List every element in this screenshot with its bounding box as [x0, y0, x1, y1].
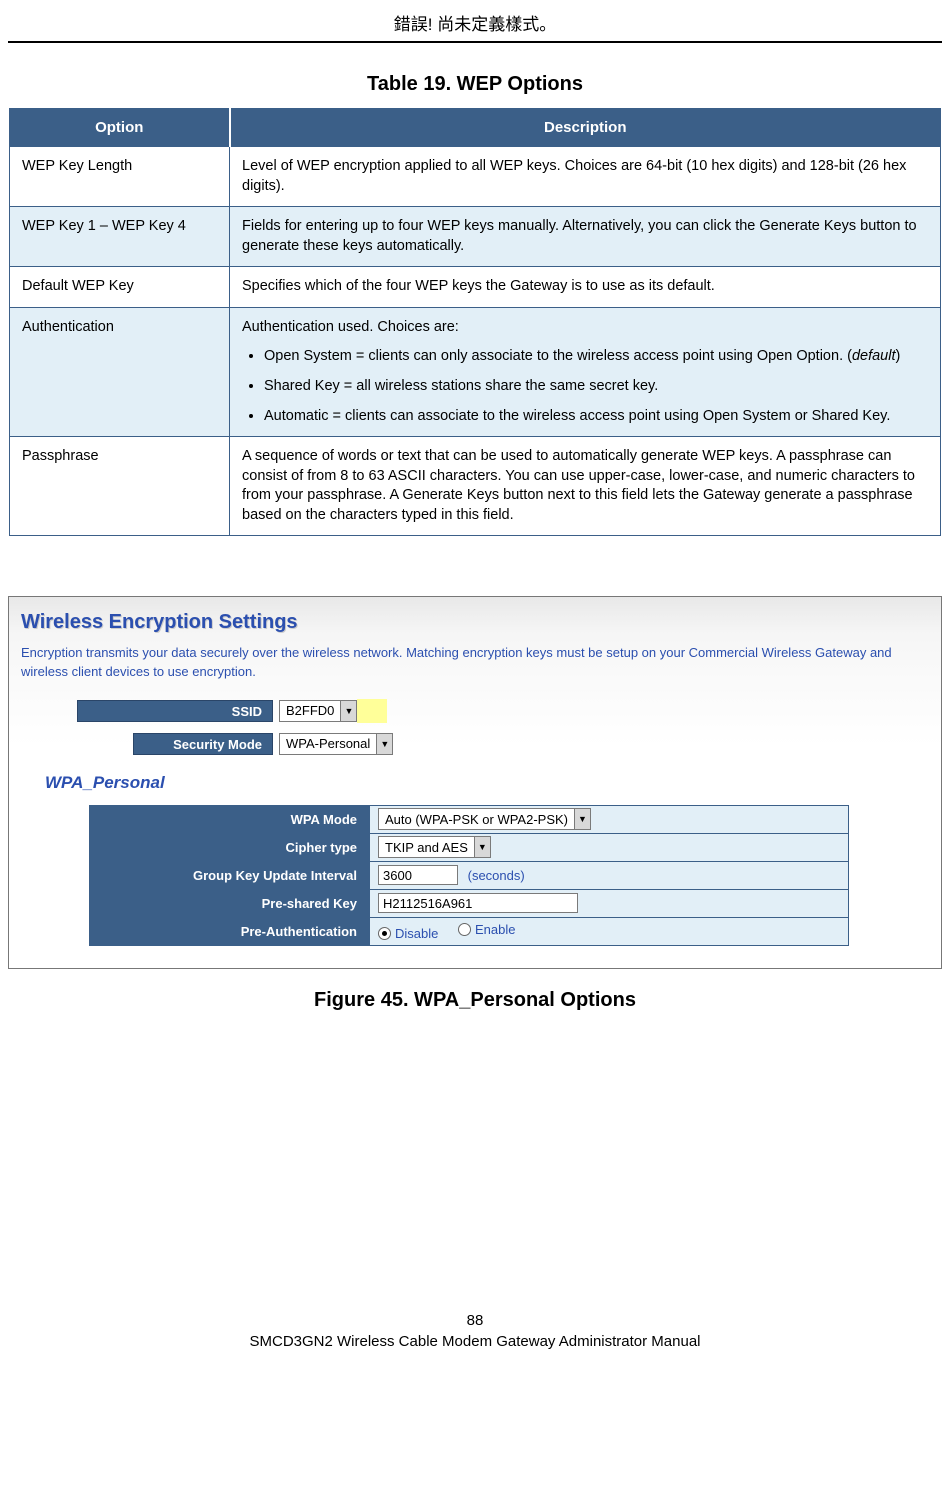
panel-description: Encryption transmits your data securely …: [21, 644, 929, 680]
table-row: WEP Key Length Level of WEP encryption a…: [10, 147, 941, 207]
wpa-mode-label: WPA Mode: [90, 805, 370, 833]
list-item: Open System = clients can only associate…: [264, 347, 928, 367]
list-item: Shared Key = all wireless stations share…: [264, 377, 928, 397]
wpa-row: WPA Mode Auto (WPA-PSK or WPA2-PSK) ▼: [90, 805, 849, 833]
pre-auth-label: Pre-Authentication: [90, 917, 370, 945]
table-row: Authentication Authentication used. Choi…: [10, 307, 941, 436]
wpa-row: Pre-Authentication Disable Enable: [90, 917, 849, 945]
pre-shared-key-input[interactable]: [378, 893, 578, 913]
table-row: WEP Key 1 – WEP Key 4 Fields for enterin…: [10, 207, 941, 267]
wpa-mode-select[interactable]: Auto (WPA-PSK or WPA2-PSK) ▼: [378, 808, 591, 830]
ssid-row: SSID B2FFD0 ▼: [21, 699, 929, 723]
page-number: 88: [0, 1312, 950, 1329]
chevron-down-icon[interactable]: ▼: [376, 734, 392, 754]
col-description: Description: [230, 109, 941, 147]
cell-desc: Fields for entering up to four WEP keys …: [230, 207, 941, 267]
security-mode-value: WPA-Personal: [280, 736, 376, 751]
wep-options-table: Option Description WEP Key Length Level …: [9, 108, 941, 536]
radio-label: Enable: [475, 922, 515, 937]
group-key-interval-input[interactable]: [378, 865, 458, 885]
auth-bullet-list: Open System = clients can only associate…: [242, 347, 928, 426]
figure-caption: Figure 45. WPA_Personal Options: [0, 989, 950, 1012]
list-item: Automatic = clients can associate to the…: [264, 407, 928, 427]
auth-intro: Authentication used. Choices are:: [242, 319, 459, 335]
chevron-down-icon[interactable]: ▼: [474, 837, 490, 857]
header-error-text: 錯誤! 尚未定義樣式。: [0, 0, 950, 41]
manual-title: SMCD3GN2 Wireless Cable Modem Gateway Ad…: [0, 1333, 950, 1350]
cipher-type-select[interactable]: TKIP and AES ▼: [378, 836, 491, 858]
radio-icon: [378, 927, 391, 940]
cell-option: Default WEP Key: [10, 267, 230, 308]
cell-option: WEP Key 1 – WEP Key 4: [10, 207, 230, 267]
cell-option: Authentication: [10, 307, 230, 436]
wpa-row: Pre-shared Key: [90, 889, 849, 917]
wpa-mode-value: Auto (WPA-PSK or WPA2-PSK): [379, 812, 574, 827]
security-mode-label: Security Mode: [133, 733, 273, 755]
security-mode-row: Security Mode WPA-Personal ▼: [21, 733, 929, 755]
pre-shared-key-label: Pre-shared Key: [90, 889, 370, 917]
chevron-down-icon[interactable]: ▼: [574, 809, 590, 829]
ssid-select[interactable]: B2FFD0 ▼: [279, 700, 357, 722]
radio-icon: [458, 923, 471, 936]
radio-label: Disable: [395, 926, 438, 941]
cell-desc: Level of WEP encryption applied to all W…: [230, 147, 941, 207]
ssid-value: B2FFD0: [280, 703, 340, 718]
header-divider: [8, 41, 942, 43]
figure-screenshot: Wireless Encryption Settings Encryption …: [8, 596, 942, 968]
cipher-type-label: Cipher type: [90, 833, 370, 861]
panel-title: Wireless Encryption Settings: [21, 611, 929, 634]
page-footer: 88 SMCD3GN2 Wireless Cable Modem Gateway…: [0, 1312, 950, 1362]
wpa-settings-table: WPA Mode Auto (WPA-PSK or WPA2-PSK) ▼ Ci…: [89, 805, 849, 946]
group-key-interval-label: Group Key Update Interval: [90, 861, 370, 889]
cell-option: Passphrase: [10, 437, 230, 536]
cell-desc: A sequence of words or text that can be …: [230, 437, 941, 536]
table-title: Table 19. WEP Options: [0, 73, 950, 96]
ssid-highlight: [357, 699, 387, 723]
chevron-down-icon[interactable]: ▼: [340, 701, 356, 721]
security-mode-select[interactable]: WPA-Personal ▼: [279, 733, 393, 755]
cell-desc: Authentication used. Choices are: Open S…: [230, 307, 941, 436]
wpa-row: Cipher type TKIP and AES ▼: [90, 833, 849, 861]
cell-option: WEP Key Length: [10, 147, 230, 207]
seconds-suffix: (seconds): [468, 868, 525, 883]
wpa-row: Group Key Update Interval (seconds): [90, 861, 849, 889]
ssid-label: SSID: [77, 700, 273, 722]
pre-auth-disable-radio[interactable]: Disable: [378, 926, 438, 941]
table-row: Default WEP Key Specifies which of the f…: [10, 267, 941, 308]
wpa-subtitle: WPA_Personal: [45, 773, 929, 793]
cell-desc: Specifies which of the four WEP keys the…: [230, 267, 941, 308]
col-option: Option: [10, 109, 230, 147]
pre-auth-enable-radio[interactable]: Enable: [458, 922, 515, 937]
table-row: Passphrase A sequence of words or text t…: [10, 437, 941, 536]
cipher-type-value: TKIP and AES: [379, 840, 474, 855]
